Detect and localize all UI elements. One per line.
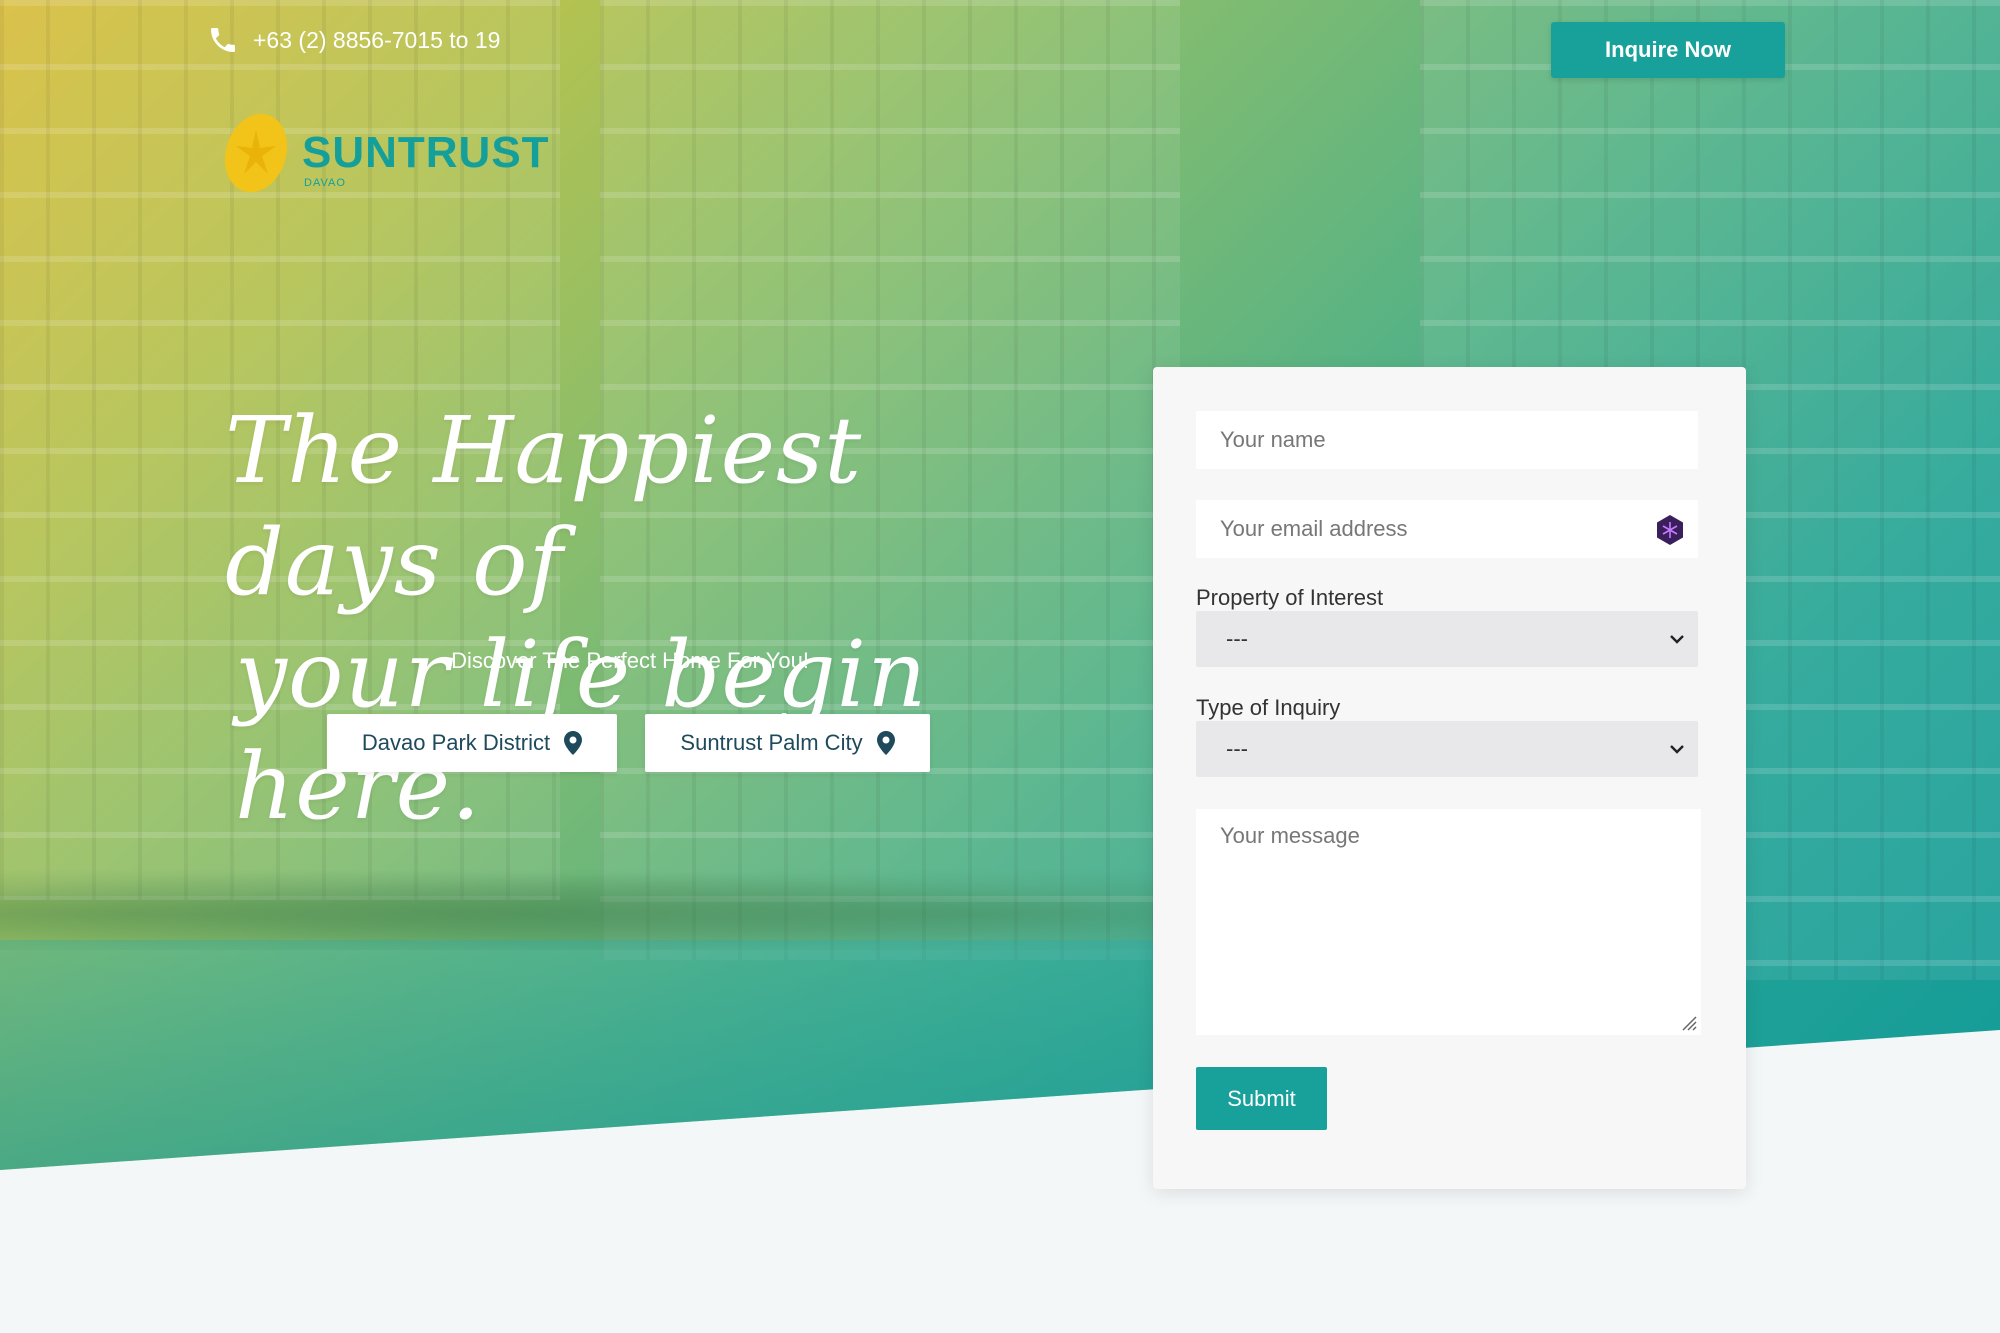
- inquiry-selected-value: ---: [1226, 736, 1248, 761]
- property-label: Property of Interest: [1196, 585, 1384, 610]
- chevron-down-icon: [1670, 745, 1684, 754]
- message-placeholder: Your message: [1220, 823, 1360, 848]
- headline-line-1: The Happiest days of: [225, 397, 863, 616]
- name-input[interactable]: Your name: [1196, 411, 1698, 469]
- map-pin-icon: [876, 731, 895, 755]
- garden-image: [0, 860, 1300, 950]
- phone-contact[interactable]: +63 (2) 8856-7015 to 19: [207, 24, 500, 56]
- email-placeholder: Your email address: [1220, 516, 1408, 541]
- hero-headline: The Happiest days of your life begin her…: [225, 395, 1065, 843]
- davao-park-district-button[interactable]: Davao Park District: [327, 714, 617, 772]
- inquire-now-button[interactable]: Inquire Now: [1551, 22, 1785, 78]
- submit-button[interactable]: Submit: [1196, 1067, 1327, 1130]
- map-pin-icon: [564, 731, 583, 755]
- name-placeholder: Your name: [1220, 427, 1326, 452]
- phone-number: +63 (2) 8856-7015 to 19: [253, 26, 501, 53]
- inquiry-type-select[interactable]: ---: [1196, 721, 1698, 777]
- inquiry-type-label: Type of Inquiry: [1196, 695, 1341, 720]
- property-selected-value: ---: [1226, 626, 1248, 651]
- logo-subtext: DAVAO: [304, 177, 346, 189]
- suntrust-logo[interactable]: SUNTRUST DAVAO: [220, 110, 550, 196]
- sun-logo-icon: [224, 113, 288, 193]
- suntrust-palm-city-button[interactable]: Suntrust Palm City: [645, 714, 930, 772]
- resize-handle-icon[interactable]: [1679, 1013, 1697, 1031]
- message-textarea[interactable]: Your message: [1196, 809, 1701, 1035]
- location-label: Davao Park District: [361, 730, 551, 755]
- phone-icon: [211, 28, 235, 52]
- chevron-down-icon: [1670, 635, 1684, 644]
- location-label: Suntrust Palm City: [680, 730, 863, 755]
- email-input[interactable]: Your email address: [1196, 500, 1698, 558]
- property-select[interactable]: ---: [1196, 611, 1698, 667]
- logo-wordmark: SUNTRUST: [302, 128, 550, 177]
- inquiry-form: Your name Your email address Property of…: [1153, 367, 1746, 1189]
- hero-tagline: Discover The Perfect Home For You!: [451, 648, 809, 673]
- extension-icon[interactable]: [1654, 514, 1686, 546]
- pool-image: [0, 940, 1300, 1170]
